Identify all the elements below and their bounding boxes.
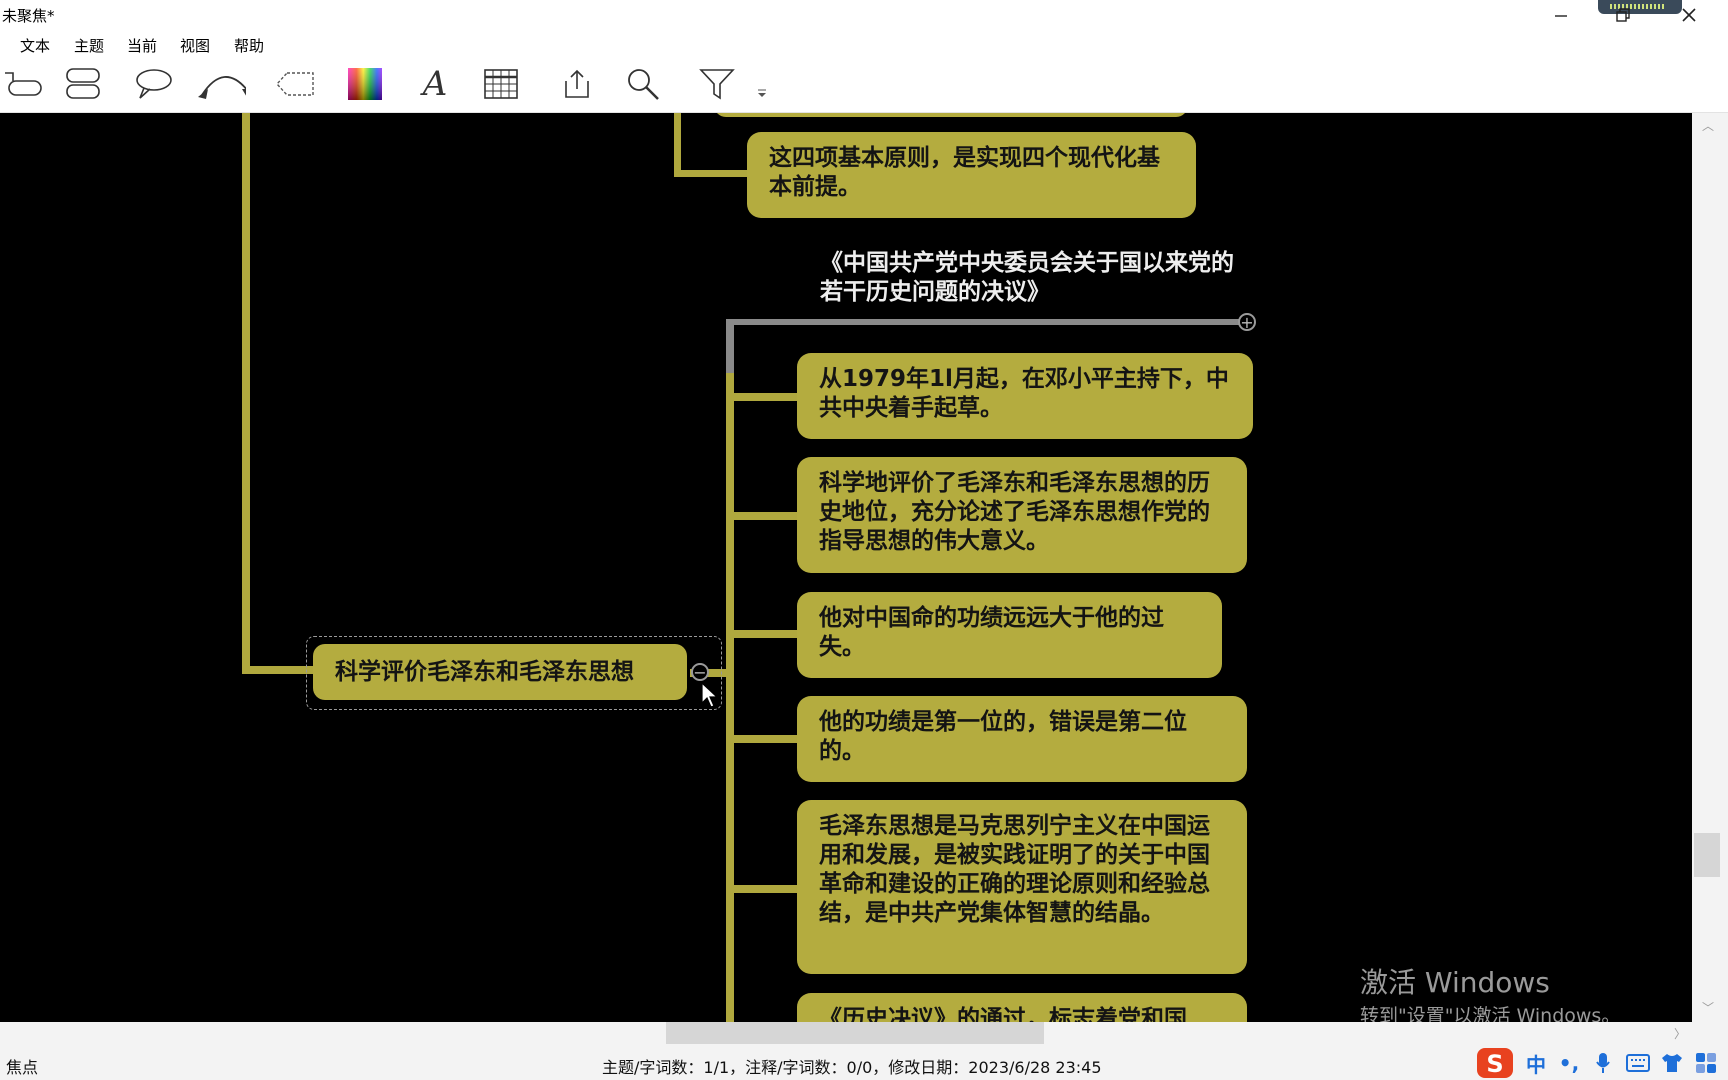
title-bar: 未聚焦* <box>0 0 1728 30</box>
close-icon <box>1682 8 1696 22</box>
toolbar: A <box>0 58 1728 113</box>
collapse-icon[interactable]: − <box>691 663 709 681</box>
relationship-icon <box>198 76 246 99</box>
horizontal-scroll-thumb[interactable] <box>666 1022 1044 1044</box>
more-dropdown-icon <box>758 89 766 97</box>
boundary-tool-button[interactable] <box>270 62 320 106</box>
relationship-tool-button[interactable] <box>196 62 246 106</box>
child-node-6[interactable]: 《历史决议》的通过，标志着党和国 <box>797 993 1247 1022</box>
ime-mode-indicator[interactable]: 中 <box>1520 1048 1552 1078</box>
scroll-down-arrow-icon[interactable]: ﹀ <box>1702 999 1714 1016</box>
scroll-right-arrow-icon[interactable]: 〉 <box>1674 1025 1686 1042</box>
table-icon <box>484 69 518 99</box>
connector-to-central <box>242 666 314 674</box>
child-node-4[interactable]: 他的功绩是第一位的，错误是第二位的。 <box>797 696 1247 782</box>
floating-topic-title[interactable]: 《中国共产党中央委员会关于国以来党的若干历史问题的决议》 <box>820 249 1240 307</box>
boundary-icon <box>276 72 314 96</box>
svg-text:S: S <box>1486 1050 1503 1078</box>
status-word-count: 主题/字词数：1/1，注释/字词数：0/0，修改日期：2023/6/28 23:… <box>602 1058 1102 1077</box>
microphone-icon[interactable] <box>1588 1048 1618 1078</box>
callout-tool-button[interactable] <box>128 62 178 106</box>
topic-icon <box>5 72 42 96</box>
search-icon <box>628 69 659 100</box>
menu-topic[interactable]: 主题 <box>74 35 104 56</box>
horizontal-scrollbar[interactable]: 〉 <box>0 1022 1692 1046</box>
menu-current[interactable]: 当前 <box>127 35 157 56</box>
status-bar: 焦点 主题/字词数：1/1，注释/字词数：0/0，修改日期：2023/6/28 … <box>0 1046 1728 1080</box>
scroll-up-arrow-icon[interactable]: ︿ <box>1702 117 1714 134</box>
connector-child-4 <box>726 735 798 743</box>
mindmap-canvas[interactable]: 这四项基本原则，是实现四个现代化基本前提。 《中国共产党中央委员会关于国以来党的… <box>0 113 1692 1022</box>
child-node-5[interactable]: 毛泽东思想是马克思列宁主义在中国运用和发展，是被实践证明了的关于中国革命和建设的… <box>797 800 1247 974</box>
status-focus: 焦点 <box>6 1058 39 1077</box>
toolbar-overflow-button[interactable] <box>740 62 784 106</box>
connector-top-node <box>674 170 750 177</box>
child-node-1[interactable]: 从1979年1l月起，在邓小平主持下，中共中央着手起草。 <box>797 353 1253 439</box>
skin-shirt-icon[interactable] <box>1656 1048 1688 1078</box>
connector-child-trunk-upper <box>726 319 734 379</box>
text-style-icon: A <box>422 64 448 104</box>
connector-child-1 <box>726 393 798 401</box>
child-node-3[interactable]: 他对中国命的功绩远远大于他的过失。 <box>797 592 1222 678</box>
restore-icon <box>1616 8 1630 22</box>
color-tool-button[interactable] <box>340 62 390 106</box>
expand-icon[interactable]: + <box>1238 313 1256 331</box>
menu-bar: 文本 主题 当前 视图 帮助 <box>0 30 1728 58</box>
toolbox-grid-icon[interactable] <box>1690 1048 1722 1078</box>
window-title: 未聚焦* <box>2 7 55 25</box>
sogou-ime-icon[interactable]: S <box>1474 1048 1516 1078</box>
table-tool-button[interactable] <box>476 62 526 106</box>
floating-topic-line <box>728 319 1248 325</box>
minimize-icon <box>1555 15 1567 17</box>
activation-watermark-title: 激活 Windows <box>1360 966 1550 999</box>
callout-icon <box>136 69 172 99</box>
connector-child-5 <box>726 885 798 893</box>
menu-text[interactable]: 文本 <box>20 35 50 56</box>
menu-help[interactable]: 帮助 <box>234 35 264 56</box>
connector-top-branch <box>674 113 681 177</box>
connector-child-3 <box>726 630 798 638</box>
filter-icon <box>699 69 735 100</box>
mouse-cursor-icon <box>701 681 719 708</box>
minimize-button[interactable] <box>1538 0 1584 30</box>
subtopic-icon <box>66 68 100 99</box>
text-style-tool-button[interactable]: A <box>410 62 460 106</box>
subtopic-tool-button[interactable] <box>58 62 108 106</box>
search-tool-button[interactable] <box>618 62 668 106</box>
close-button[interactable] <box>1666 0 1712 30</box>
connector-child-2 <box>726 512 798 520</box>
vertical-scrollbar[interactable]: ︿ ﹀ <box>1692 113 1728 1022</box>
restore-button[interactable] <box>1600 0 1646 30</box>
central-topic-node[interactable]: 科学评价毛泽东和毛泽东思想 <box>313 644 687 700</box>
connector-trunk <box>242 113 250 673</box>
vertical-scroll-thumb[interactable] <box>1694 833 1720 877</box>
topic-tool-button[interactable] <box>0 62 50 106</box>
punctuation-mode-indicator[interactable]: •, <box>1554 1048 1584 1078</box>
export-icon <box>565 69 589 98</box>
filter-tool-button[interactable] <box>692 62 742 106</box>
partial-node-top[interactable] <box>714 113 1188 117</box>
child-node-2[interactable]: 科学地评价了毛泽东和毛泽东思想的历史地位，充分论述了毛泽东思想作党的指导思想的伟… <box>797 457 1247 573</box>
menu-view[interactable]: 视图 <box>180 35 210 56</box>
activation-watermark-text: 转到"设置"以激活 Windows。 <box>1360 1005 1621 1022</box>
keyboard-icon[interactable] <box>1622 1048 1654 1078</box>
connector-child-trunk <box>726 373 734 1022</box>
color-palette-icon <box>348 68 382 100</box>
topic-node[interactable]: 这四项基本原则，是实现四个现代化基本前提。 <box>747 132 1196 218</box>
export-tool-button[interactable] <box>552 62 602 106</box>
